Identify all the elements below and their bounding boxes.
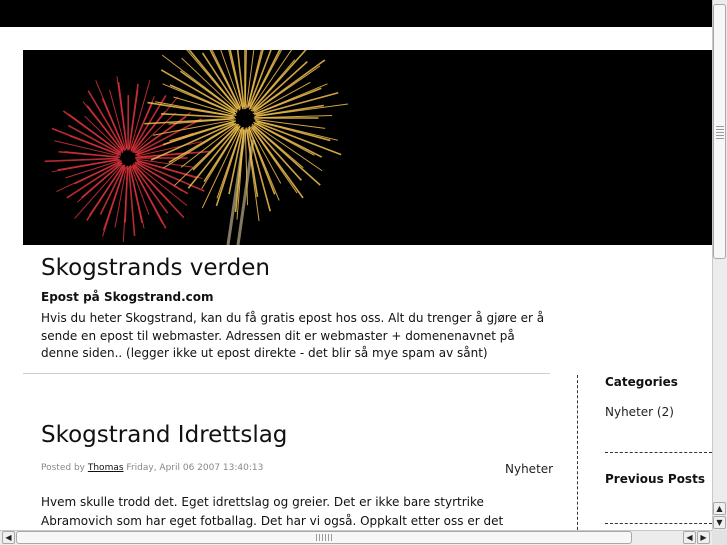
fireworks-banner bbox=[23, 50, 712, 245]
sidebar-separator bbox=[605, 452, 712, 453]
grip-icon bbox=[716, 126, 724, 140]
browser-top-bar bbox=[0, 0, 727, 27]
categories-heading: Categories bbox=[605, 375, 678, 389]
grip-icon bbox=[316, 534, 332, 541]
page-viewport: Skogstrands verden Epost på Skogstrand.c… bbox=[0, 27, 712, 530]
site-title: Skogstrands verden bbox=[41, 255, 270, 281]
fireworks-image bbox=[44, 50, 349, 245]
arrow-left-icon[interactable]: ◀ bbox=[2, 531, 15, 544]
previous-posts-heading: Previous Posts bbox=[605, 472, 705, 486]
post-body-text: Hvem skulle trodd det. Eget idrettslag o… bbox=[41, 495, 504, 528]
post-date: Friday, April 06 2007 13:40:13 bbox=[126, 463, 264, 473]
red-firework-burst bbox=[44, 76, 210, 243]
posted-by-label: Posted by bbox=[41, 463, 85, 473]
post-title: Skogstrand Idrettslag bbox=[41, 422, 288, 448]
post-category-link[interactable]: Nyheter bbox=[505, 462, 553, 476]
arrow-left-icon[interactable]: ◀ bbox=[683, 531, 696, 544]
divider bbox=[23, 373, 550, 374]
scrollbar-corner bbox=[712, 530, 727, 545]
arrow-down-icon[interactable]: ▼ bbox=[713, 516, 726, 529]
arrow-right-icon[interactable]: ▶ bbox=[697, 531, 710, 544]
arrow-up-icon[interactable]: ▲ bbox=[713, 502, 726, 515]
post-body: Hvem skulle trodd det. Eget idrettslag o… bbox=[41, 493, 541, 530]
sidebar-divider bbox=[577, 375, 578, 530]
sidebar-separator bbox=[605, 523, 712, 524]
post-meta: Posted by Thomas Friday, April 06 2007 1… bbox=[41, 463, 263, 473]
category-link-nyheter[interactable]: Nyheter (2) bbox=[605, 405, 674, 419]
intro-text: Hvis du heter Skogstrand, kan du få grat… bbox=[41, 311, 545, 360]
author-link[interactable]: Thomas bbox=[88, 463, 124, 473]
intro-heading: Epost på Skogstrand.com bbox=[41, 290, 214, 304]
